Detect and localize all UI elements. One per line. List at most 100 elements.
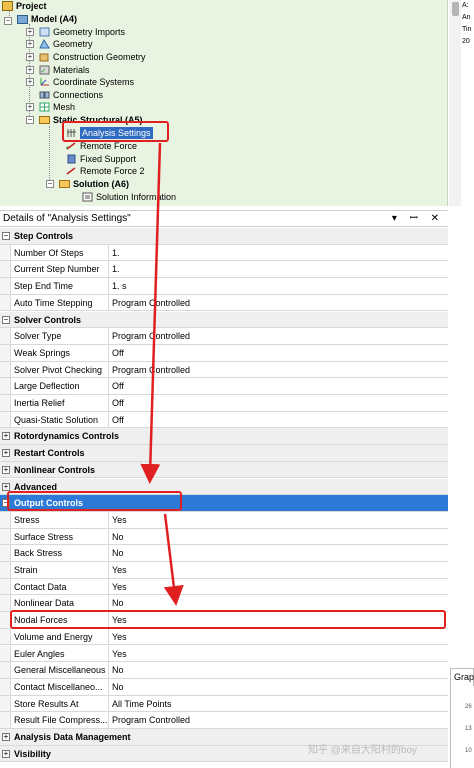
property-value[interactable]: Program Controlled — [108, 361, 448, 378]
tree-item-fixed-support[interactable]: Fixed Support — [66, 153, 136, 165]
panel-window-controls[interactable]: ▾ ꟷ ✕ — [392, 211, 444, 227]
property-value[interactable]: Off — [108, 411, 448, 428]
property-value[interactable]: Yes — [108, 645, 448, 662]
tree-item-connections[interactable]: Connections — [39, 89, 103, 101]
tree-item-coordinate-systems[interactable]: + Coordinate Systems — [26, 76, 134, 88]
property-value[interactable]: Yes — [108, 562, 448, 578]
details-property-row[interactable]: Auto Time Stepping Program Controlled — [0, 294, 448, 312]
details-group-row[interactable]: + Restart Controls — [0, 445, 448, 462]
property-value[interactable]: Program Controlled — [108, 294, 448, 311]
graph-tick: 13 — [465, 726, 472, 732]
expand-icon[interactable]: + — [26, 103, 34, 111]
details-property-row[interactable]: General Miscellaneous No — [0, 662, 448, 679]
tree-item-solution-information[interactable]: Solution Information — [82, 191, 176, 203]
expand-icon[interactable]: + — [2, 465, 10, 474]
property-value[interactable]: No — [108, 662, 448, 678]
row-gutter — [0, 344, 10, 361]
fixed-support-icon — [66, 154, 77, 164]
tree-item-materials[interactable]: + ✓ Materials — [26, 64, 90, 76]
details-property-row[interactable]: Large Deflection Off — [0, 378, 448, 395]
details-property-row[interactable]: Step End Time 1. s — [0, 278, 448, 295]
details-group-row[interactable]: − Solver Controls — [0, 311, 448, 329]
expand-icon[interactable]: + — [2, 749, 10, 758]
expand-icon[interactable]: + — [26, 53, 34, 61]
tree-item-geometry-imports[interactable]: + Geometry Imports — [26, 26, 125, 38]
details-panel-header: Details of "Analysis Settings" ▾ ꟷ ✕ — [0, 210, 448, 227]
details-property-row[interactable]: Strain Yes — [0, 562, 448, 579]
details-property-row[interactable]: Solver Pivot Checking Program Controlled — [0, 361, 448, 379]
details-group-row[interactable]: − Step Controls — [0, 228, 448, 245]
row-gutter — [0, 612, 10, 628]
property-value[interactable]: No — [108, 545, 448, 562]
property-value[interactable]: 1. — [108, 261, 448, 278]
collapse-icon[interactable]: − — [26, 116, 34, 124]
property-value[interactable]: Program Controlled — [108, 712, 448, 729]
details-property-row[interactable]: Back Stress No — [0, 545, 448, 562]
tab-graph[interactable]: Grap — [450, 668, 474, 686]
expand-icon[interactable]: + — [2, 449, 10, 458]
details-property-row[interactable]: Current Step Number 1. — [0, 261, 448, 279]
details-property-row[interactable]: Result File Compress... Program Controlle… — [0, 712, 448, 729]
expand-icon[interactable]: + — [26, 78, 34, 86]
tree-scrollbar-thumb[interactable] — [452, 2, 459, 16]
details-group-row[interactable]: + Rotordynamics Controls — [0, 428, 448, 446]
property-name: Nonlinear Data — [10, 595, 108, 612]
details-property-row[interactable]: Contact Data Yes — [0, 578, 448, 596]
details-property-row[interactable]: Inertia Relief Off — [0, 395, 448, 412]
property-value[interactable]: Yes — [108, 511, 448, 528]
tree-item-geometry[interactable]: + Geometry — [26, 38, 93, 50]
property-value[interactable]: No — [108, 678, 448, 695]
property-name: Store Results At — [10, 695, 108, 712]
expand-icon[interactable]: + — [26, 66, 34, 74]
property-value[interactable]: No — [108, 595, 448, 612]
tree-item-construction-geometry[interactable]: + Construction Geometry — [26, 51, 146, 63]
property-name: Large Deflection — [10, 378, 108, 395]
collapse-icon[interactable]: − — [4, 17, 12, 25]
property-value[interactable]: Off — [108, 378, 448, 395]
property-value[interactable]: All Time Points — [108, 695, 448, 712]
annotation-box-analysis-settings — [62, 121, 169, 142]
expand-icon[interactable]: + — [2, 432, 10, 441]
property-value[interactable]: Yes — [108, 628, 448, 645]
row-gutter — [0, 645, 10, 662]
svg-text:✓: ✓ — [66, 144, 70, 151]
details-property-row[interactable]: Solver Type Program Controlled — [0, 328, 448, 345]
side-info-line: An — [462, 14, 471, 21]
tree-item-project[interactable]: Project — [2, 0, 47, 12]
property-name: Surface Stress — [10, 528, 108, 545]
details-property-row[interactable]: Contact Miscellaneo... No — [0, 678, 448, 696]
property-value[interactable]: Yes — [108, 578, 448, 595]
side-info-line: 20 — [462, 38, 470, 45]
property-value[interactable]: Off — [108, 395, 448, 411]
details-property-row[interactable]: Store Results At All Time Points — [0, 695, 448, 713]
tree-item-solution[interactable]: − Solution (A6) — [46, 178, 129, 190]
collapse-icon[interactable]: − — [2, 232, 10, 240]
property-value[interactable]: 1. — [108, 244, 448, 261]
property-value[interactable]: Off — [108, 344, 448, 361]
expand-icon[interactable]: + — [26, 40, 34, 48]
tree-scrollbar[interactable] — [449, 0, 461, 206]
property-value[interactable]: Program Controlled — [108, 328, 448, 344]
property-value[interactable]: 1. s — [108, 278, 448, 294]
expand-icon[interactable]: + — [2, 482, 10, 491]
collapse-icon[interactable]: − — [2, 315, 10, 324]
details-property-row[interactable]: Number Of Steps 1. — [0, 244, 448, 262]
row-gutter — [0, 578, 10, 595]
details-property-row[interactable]: Surface Stress No — [0, 528, 448, 546]
row-gutter — [0, 662, 10, 678]
property-value[interactable]: No — [108, 528, 448, 545]
details-group-row[interactable]: + Nonlinear Controls — [0, 461, 448, 479]
details-property-row[interactable]: Quasi-Static Solution Off — [0, 411, 448, 429]
details-group-label: Step Controls — [14, 231, 74, 241]
details-property-row[interactable]: Euler Angles Yes — [0, 645, 448, 663]
expand-icon[interactable]: + — [2, 733, 10, 741]
tree-item-model[interactable]: − Model (A4) — [4, 13, 77, 25]
details-property-row[interactable]: Weak Springs Off — [0, 344, 448, 362]
details-property-row[interactable]: Stress Yes — [0, 511, 448, 529]
tree-item-remote-force-2[interactable]: Remote Force 2 — [66, 165, 145, 177]
details-property-row[interactable]: Volume and Energy Yes — [0, 628, 448, 646]
tree-item-mesh[interactable]: + Mesh — [26, 101, 75, 113]
collapse-icon[interactable]: − — [46, 180, 54, 188]
expand-icon[interactable]: + — [26, 28, 34, 36]
property-name: Contact Data — [10, 578, 108, 595]
